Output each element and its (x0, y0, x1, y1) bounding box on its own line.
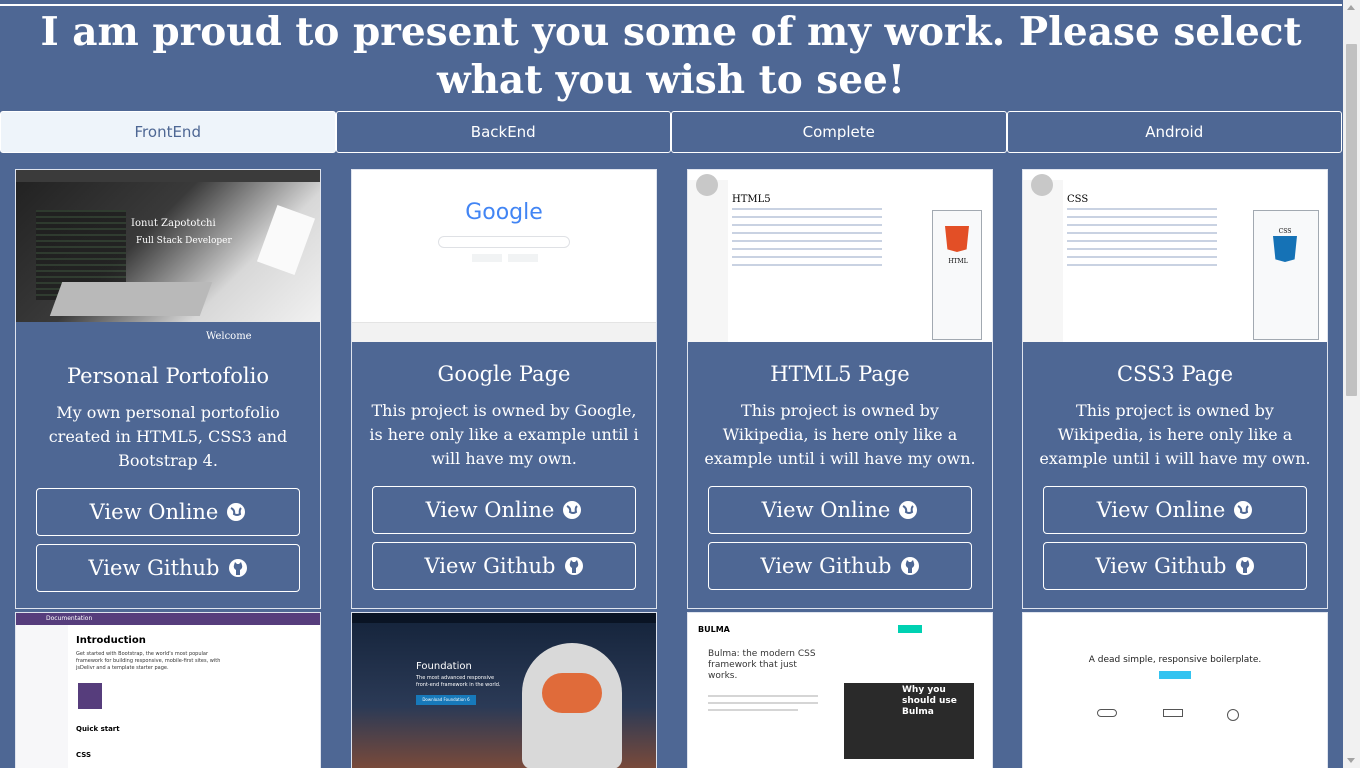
screenshot-subtitle: Full Stack Developer (136, 236, 232, 246)
project-card-css3: CSS CSS CSS3 Page This project is owned … (1022, 169, 1328, 609)
project-screenshot[interactable]: HTML5 HTML (688, 170, 992, 342)
project-screenshot[interactable]: BULMA Bulma: the modern CSS framework th… (688, 613, 992, 768)
view-online-button[interactable]: View Online (372, 486, 636, 534)
card-title: CSS3 Page (1116, 362, 1234, 386)
card-description: This project is owned by Wikipedia, is h… (1039, 401, 1311, 468)
page-headline: I am proud to present you some of my wor… (40, 9, 1302, 103)
category-tabs: FrontEnd BackEnd Complete Android (0, 111, 1342, 153)
wiki-heading: CSS (1067, 194, 1089, 205)
skeleton-heading: A dead simple, responsive boilerplate. (1088, 655, 1262, 665)
github-icon (228, 559, 247, 577)
project-card-bulma: BULMA Bulma: the modern CSS framework th… (687, 612, 993, 768)
top-divider (0, 4, 1342, 6)
project-screenshot[interactable]: CSS CSS (1023, 170, 1327, 342)
card-description: This project is owned by Google, is here… (369, 401, 639, 468)
bootstrap-subheading: Quick start (76, 725, 120, 733)
project-screenshot[interactable]: Foundation The most advanced responsive … (352, 613, 656, 768)
view-github-label: View Github (88, 556, 220, 580)
globe-icon (899, 501, 918, 519)
wiki-badge: HTML (948, 258, 968, 265)
view-github-label: View Github (424, 554, 556, 578)
card-title: Personal Portofolio (66, 364, 270, 388)
bootstrap-nav-label: Documentation (46, 615, 93, 622)
vertical-scrollbar[interactable] (1343, 0, 1360, 768)
github-icon (1235, 557, 1254, 575)
bulma-logo: BULMA (698, 625, 730, 634)
foundation-heading: Foundation (416, 661, 472, 672)
card-description: This project is owned by Wikipedia, is h… (704, 401, 976, 468)
view-github-label: View Github (760, 554, 892, 578)
view-online-button[interactable]: View Online (36, 488, 300, 536)
globe-icon (1234, 501, 1253, 519)
project-card-skeleton: A dead simple, responsive boilerplate. (1022, 612, 1328, 768)
scrollbar-thumb[interactable] (1346, 44, 1357, 396)
globe-icon (563, 501, 582, 519)
globe-icon (227, 503, 246, 521)
github-icon (900, 557, 919, 575)
view-online-button[interactable]: View Online (708, 486, 972, 534)
google-logo: Google (465, 200, 543, 225)
foundation-download-button: Download Foundation 6 (416, 695, 476, 705)
project-card-html5: HTML5 HTML HTML5 Page This project is ow… (687, 169, 993, 609)
view-github-label: View Github (1095, 554, 1227, 578)
project-screenshot[interactable]: A dead simple, responsive boilerplate. (1023, 613, 1327, 768)
bootstrap-heading: Introduction (76, 635, 146, 646)
view-github-button[interactable]: View Github (708, 542, 972, 590)
scroll-up-icon[interactable] (1347, 5, 1355, 10)
project-card-bootstrap: Documentation Introduction Get started w… (15, 612, 321, 768)
tab-backend[interactable]: BackEnd (335, 111, 671, 153)
view-github-button[interactable]: View Github (1043, 542, 1307, 590)
card-title: Google Page (437, 362, 571, 386)
tab-android[interactable]: Android (1006, 111, 1342, 153)
bootstrap-text: Get started with Bootstrap, the world's … (76, 651, 221, 671)
view-online-label: View Online (425, 498, 555, 522)
project-screenshot[interactable]: Google (352, 170, 656, 342)
view-github-button[interactable]: View Github (36, 544, 300, 592)
project-card-google: Google Google Page This project is owned… (351, 169, 657, 609)
project-card-foundation: Foundation The most advanced responsive … (351, 612, 657, 768)
github-icon (564, 557, 583, 575)
view-online-label: View Online (761, 498, 891, 522)
bulma-heading: Bulma: the modern CSS framework that jus… (708, 649, 816, 681)
card-description: My own personal portofolio created in HT… (48, 403, 288, 470)
view-online-button[interactable]: View Online (1043, 486, 1307, 534)
view-online-label: View Online (89, 500, 219, 524)
tab-frontend[interactable]: FrontEnd (0, 111, 336, 153)
view-online-label: View Online (1096, 498, 1226, 522)
bulma-video-caption: Why you should use Bulma (902, 685, 957, 717)
tab-complete[interactable]: Complete (671, 111, 1007, 153)
view-github-button[interactable]: View Github (372, 542, 636, 590)
project-screenshot[interactable]: Ionut Zapototchi Full Stack Developer We… (16, 170, 320, 342)
bootstrap-subheading-css: CSS (76, 751, 92, 759)
wiki-heading: HTML5 (732, 194, 771, 205)
wiki-badge: CSS (1278, 228, 1292, 235)
card-title: HTML5 Page (770, 362, 910, 386)
screenshot-welcome: Welcome (206, 331, 252, 342)
scroll-down-icon[interactable] (1347, 758, 1355, 763)
foundation-text: The most advanced responsive front-end f… (416, 675, 501, 688)
project-screenshot[interactable]: Documentation Introduction Get started w… (16, 613, 320, 768)
screenshot-name: Ionut Zapototchi (131, 218, 216, 229)
project-card-portfolio: Ionut Zapototchi Full Stack Developer We… (15, 169, 321, 609)
